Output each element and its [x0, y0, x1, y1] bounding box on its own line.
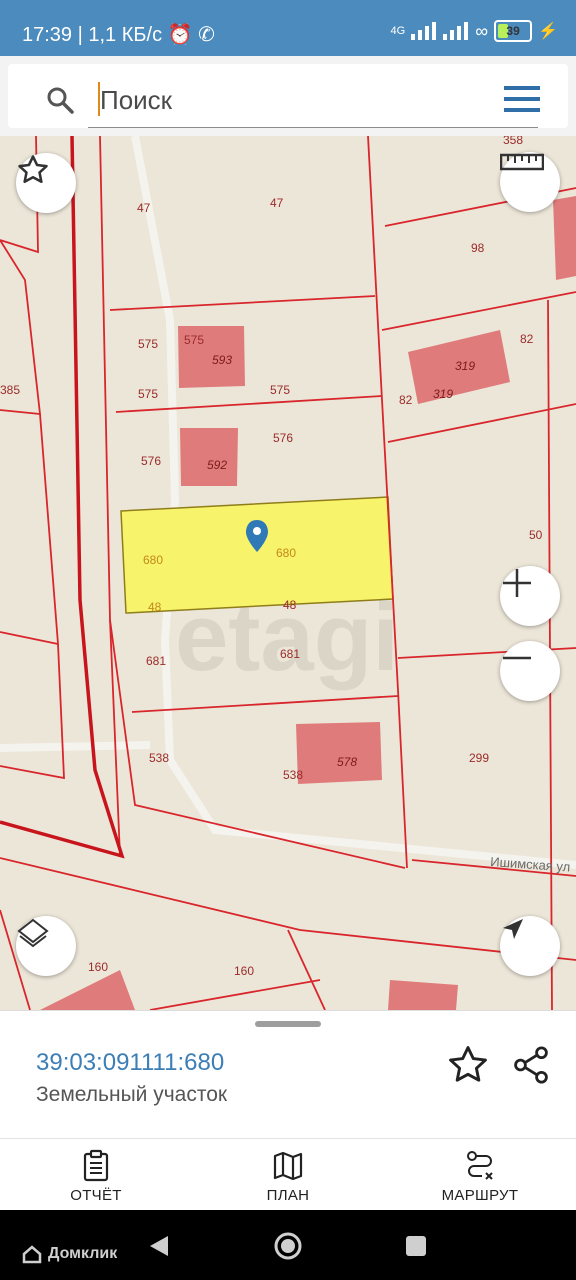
parcel-label: 576: [273, 431, 293, 445]
system-navigation-bar: Домклик: [0, 1210, 576, 1280]
brand-label: Домклик: [48, 1245, 118, 1262]
nav-report[interactable]: ОТЧЁТ: [0, 1139, 192, 1211]
nav-plan-label: ПЛАН: [266, 1187, 310, 1204]
parcel-label: 575: [270, 383, 290, 397]
search-icon[interactable]: [46, 86, 74, 114]
building: [40, 970, 135, 1010]
status-time: 17:39 | 1,1 КБ/с ⏰ ✆: [22, 24, 215, 46]
search-box: [8, 64, 568, 128]
home-icon[interactable]: [272, 1230, 304, 1262]
map-canvas[interactable]: etagi 358 47 47 98 575 575 593 575 575 3…: [0, 136, 576, 1010]
zoom-out-button[interactable]: [500, 641, 560, 701]
parcel-label: 48: [283, 598, 297, 612]
ruler-icon: [500, 153, 544, 171]
parcel-label: 385: [0, 383, 20, 397]
bottom-navigation: ОТЧЁТ ПЛАН МАРШРУТ: [0, 1138, 576, 1211]
parcel-label: 592: [207, 458, 227, 472]
battery-icon: 39: [494, 20, 533, 42]
parcel-details-sheet[interactable]: 39:03:091111:680 Земельный участок: [0, 1010, 576, 1139]
star-icon: [18, 155, 48, 184]
sheet-drag-handle[interactable]: [255, 1021, 321, 1027]
parcel-label: 680: [143, 553, 163, 567]
status-bar: 17:39 | 1,1 КБ/с ⏰ ✆ 4G ∞ 39 ⚡: [0, 0, 576, 56]
link-icon: ∞: [475, 20, 489, 41]
home-logo-icon: [22, 1245, 42, 1264]
parcel-label: 575: [138, 387, 158, 401]
cadastral-number[interactable]: 39:03:091111:680: [36, 1049, 224, 1077]
parcel-label: 593: [212, 353, 232, 367]
parcel-label: 680: [276, 546, 296, 560]
object-type: Земельный участок: [36, 1083, 228, 1106]
search-bar: [0, 56, 576, 136]
cadastral-map[interactable]: etagi 358 47 47 98 575 575 593 575 575 3…: [0, 136, 576, 1010]
status-icons: 4G ∞ 39 ⚡: [391, 20, 558, 42]
layers-button[interactable]: [16, 916, 76, 976]
parcel-label: 299: [469, 751, 489, 765]
parcel-label: 319: [433, 387, 453, 401]
network-type: 4G: [390, 25, 406, 37]
parcel-label: 160: [234, 964, 254, 978]
favorite-star-icon[interactable]: [446, 1043, 490, 1087]
signal-icon: [411, 22, 437, 40]
street-label: Ишимская ул: [490, 854, 571, 875]
parcel-label: 47: [137, 201, 151, 215]
building: [180, 428, 238, 486]
parcel-label: 82: [520, 332, 534, 346]
clipboard-icon: [83, 1149, 109, 1182]
parcel-label: 319: [455, 359, 475, 373]
parcel-label: 538: [283, 768, 303, 782]
menu-icon[interactable]: [504, 86, 540, 112]
nav-route[interactable]: МАРШРУТ: [384, 1139, 576, 1211]
recents-icon[interactable]: [404, 1234, 428, 1258]
parcel-label: 578: [337, 755, 357, 769]
domclick-watermark: Домклик: [22, 1244, 117, 1264]
building: [553, 196, 576, 280]
route-icon: [467, 1151, 493, 1180]
layers-icon: [17, 918, 49, 948]
network-speed: | 1,1 КБ/с: [77, 24, 163, 46]
nav-plan[interactable]: ПЛАН: [192, 1139, 384, 1211]
whatsapp-icon: ✆: [198, 24, 215, 46]
plus-icon: [503, 569, 531, 597]
charging-icon: ⚡: [538, 23, 558, 40]
parcel-label: 50: [529, 528, 543, 542]
parcel-label: 160: [88, 960, 108, 974]
navigation-arrow-icon: [503, 919, 523, 939]
building: [296, 722, 382, 784]
nav-report-label: ОТЧЁТ: [70, 1187, 122, 1204]
my-location-button[interactable]: [500, 916, 560, 976]
alarm-icon: ⏰: [167, 24, 193, 46]
parcel-label: 576: [141, 454, 161, 468]
favorite-map-button[interactable]: [16, 153, 76, 213]
parcel-label: 681: [146, 654, 166, 668]
parcel-label: 681: [280, 647, 300, 661]
minus-icon: [503, 656, 531, 660]
map-icon: [273, 1151, 303, 1181]
share-icon[interactable]: [510, 1043, 552, 1087]
parcel-label: 358: [503, 136, 523, 147]
parcel-label: 82: [399, 393, 413, 407]
ruler-button[interactable]: [500, 152, 560, 212]
parcel-label: 538: [149, 751, 169, 765]
back-icon[interactable]: [148, 1234, 170, 1258]
building: [388, 980, 458, 1010]
parcel-label: 48: [148, 600, 162, 614]
signal-icon-2: [443, 22, 469, 40]
zoom-in-button[interactable]: [500, 566, 560, 626]
parcel-label: 47: [270, 196, 284, 210]
battery-level: 39: [506, 24, 520, 38]
parcel-label: 98: [471, 241, 485, 255]
text-cursor: [98, 82, 100, 116]
parcel-label: 575: [184, 333, 204, 347]
parcel-label: 575: [138, 337, 158, 351]
search-input[interactable]: [88, 74, 538, 128]
nav-route-label: МАРШРУТ: [441, 1187, 519, 1204]
